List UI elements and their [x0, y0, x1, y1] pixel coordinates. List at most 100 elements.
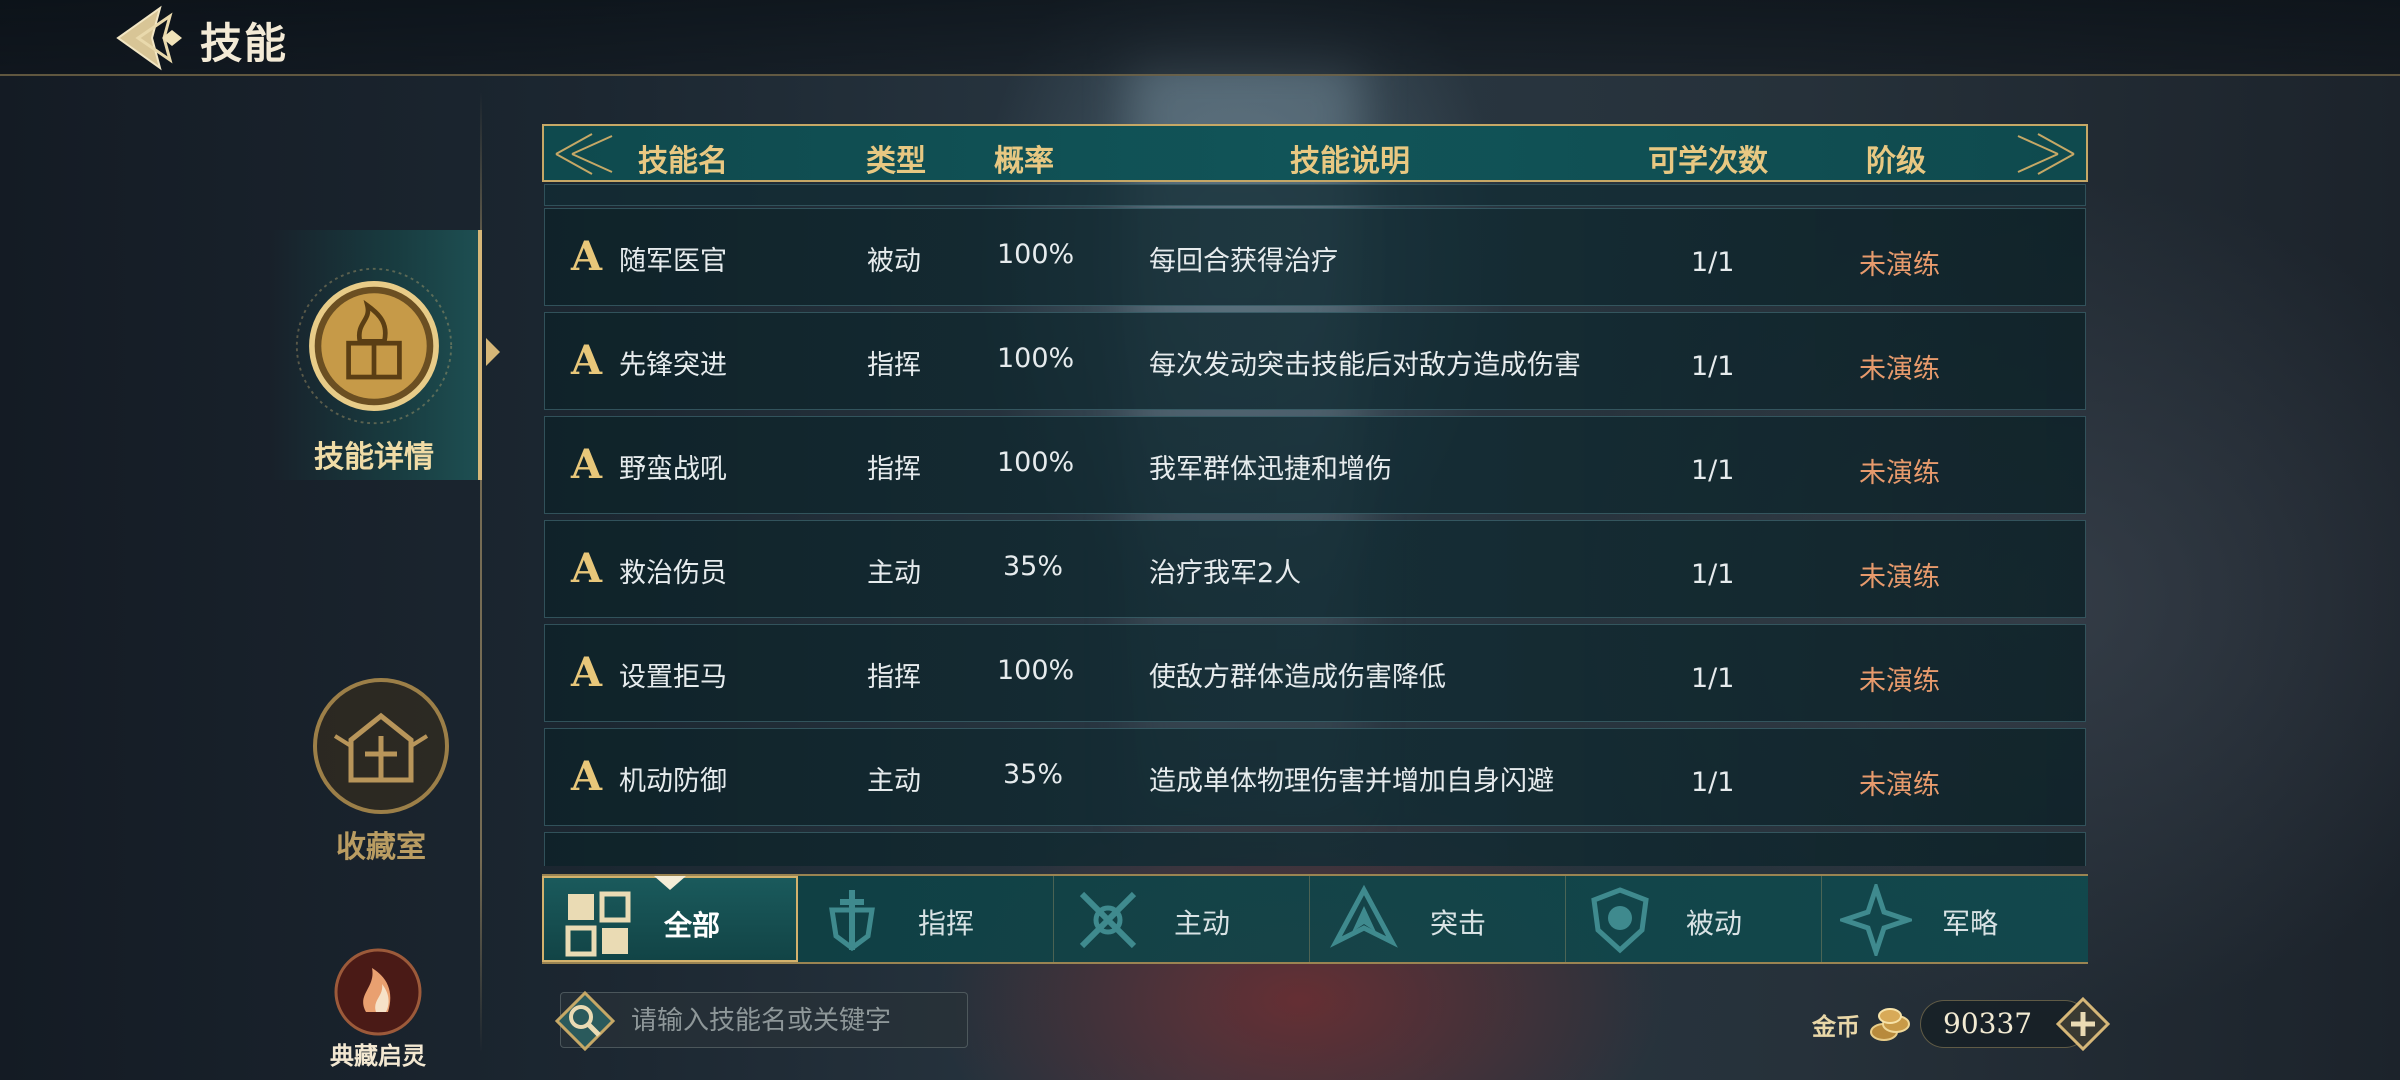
skill-rate: 35%: [1003, 551, 1064, 582]
skill-type: 被动: [867, 246, 921, 277]
page-title: 技能: [200, 19, 289, 68]
search-input[interactable]: [631, 1001, 951, 1041]
tab-command[interactable]: 指挥: [798, 876, 1054, 962]
skill-type: 指挥: [867, 662, 921, 693]
table-row-partial: [544, 184, 2086, 206]
nav-collection-room[interactable]: 收藏室: [296, 676, 466, 866]
tab-label-active-skill: 主动: [1174, 907, 1231, 940]
grade-badge: A: [571, 441, 603, 488]
table-row-partial: [544, 832, 2086, 866]
tab-label-passive: 被动: [1686, 907, 1743, 940]
skill-count: 1/1: [1691, 247, 1735, 278]
table-row[interactable]: A 野蛮战吼 指挥 100% 我军群体迅捷和增伤 1/1 未演练: [544, 416, 2086, 514]
tab-assault[interactable]: 突击: [1310, 876, 1566, 962]
table-row[interactable]: A 随军医官 被动 100% 每回合获得治疗 1/1 未演练: [544, 208, 2086, 306]
currency-value: 90337: [1943, 1007, 2033, 1040]
col-header-count: 可学次数: [1648, 144, 1768, 179]
col-header-desc: 技能说明: [1290, 144, 1410, 179]
skill-name: 救治伤员: [619, 558, 727, 589]
flame-book-emblem-icon: [294, 266, 454, 426]
skill-stage: 未演练: [1859, 562, 1940, 593]
back-button[interactable]: [112, 4, 184, 72]
skill-name: 先锋突进: [619, 350, 727, 381]
col-header-stage: 阶级: [1866, 144, 1926, 179]
col-header-name: 技能名: [638, 144, 728, 179]
skill-desc: 造成单体物理伤害并增加自身闪避: [1149, 766, 1554, 797]
skill-count: 1/1: [1691, 455, 1735, 486]
table-row[interactable]: A 救治伤员 主动 35% 治疗我军2人 1/1 未演练: [544, 520, 2086, 618]
skill-desc: 治疗我军2人: [1149, 558, 1302, 589]
top-bar: 技能: [0, 0, 2400, 76]
skill-desc: 我军群体迅捷和增伤: [1149, 454, 1392, 485]
tab-all[interactable]: 全部: [542, 876, 798, 962]
grade-badge: A: [571, 337, 603, 384]
currency-label: 金币: [1812, 1012, 1860, 1041]
skill-table: 技能名 类型 概率 技能说明 可学次数 阶级 A 随军医官 被动 100% 每回…: [542, 124, 2088, 866]
sword-shield-icon: [829, 890, 875, 952]
nav-spirit-awakening[interactable]: 典藏启灵: [318, 946, 438, 1071]
skill-stage: 未演练: [1859, 458, 1940, 489]
skill-name: 野蛮战吼: [619, 454, 727, 485]
tab-label-strategy: 军略: [1942, 907, 1999, 940]
tab-strategy[interactable]: 军略: [1822, 876, 2078, 962]
tab-label-all: 全部: [664, 909, 721, 942]
add-currency-button[interactable]: [2056, 997, 2111, 1051]
table-row[interactable]: A 先锋突进 指挥 100% 每次发动突击技能后对敌方造成伤害 1/1 未演练: [544, 312, 2086, 410]
skill-count: 1/1: [1691, 351, 1735, 382]
skill-stage: 未演练: [1859, 250, 1940, 281]
skill-count: 1/1: [1691, 559, 1735, 590]
tab-label-assault: 突击: [1430, 907, 1487, 940]
skill-desc: 使敌方群体造成伤害降低: [1149, 662, 1446, 693]
nav-label-skill-details: 技能详情: [314, 440, 434, 475]
table-header: 技能名 类型 概率 技能说明 可学次数 阶级: [542, 124, 2088, 182]
skill-stage: 未演练: [1859, 770, 1940, 801]
skill-name: 机动防御: [619, 766, 727, 797]
back-arrow-icon: [116, 5, 182, 71]
col-header-rate: 概率: [994, 144, 1054, 179]
active-indicator-arrow: [486, 338, 500, 366]
skill-rate: 100%: [997, 655, 1075, 686]
nav-label-collection-room: 收藏室: [336, 830, 426, 865]
compass-star-icon: [1840, 884, 1912, 956]
skill-stage: 未演练: [1859, 354, 1940, 385]
currency-value-box: 90337: [1920, 997, 2111, 1051]
table-row[interactable]: A 设置拒马 指挥 100% 使敌方群体造成伤害降低 1/1 未演练: [544, 624, 2086, 722]
grade-badge: A: [571, 649, 603, 696]
skill-rate: 100%: [997, 239, 1075, 270]
skill-count: 1/1: [1691, 767, 1735, 798]
table-row[interactable]: A 机动防御 主动 35% 造成单体物理伤害并增加自身闪避 1/1 未演练: [544, 728, 2086, 826]
skill-type: 主动: [867, 558, 921, 589]
skill-rate: 100%: [997, 447, 1075, 478]
col-header-type: 类型: [866, 144, 926, 179]
skill-stage: 未演练: [1859, 666, 1940, 697]
coins-icon: [1870, 1008, 1910, 1041]
shrine-emblem-icon: [311, 676, 451, 816]
search-box[interactable]: [554, 990, 968, 1052]
grid-icon: [565, 891, 631, 957]
skill-desc: 每回合获得治疗: [1149, 246, 1338, 277]
skill-type-filter-bar: 全部 指挥 主动 突击 被动 军略: [542, 874, 2088, 964]
search-icon: [554, 990, 616, 1052]
skill-count: 1/1: [1691, 663, 1735, 694]
tab-label-command: 指挥: [918, 907, 975, 940]
nav-skill-details[interactable]: 技能详情: [270, 230, 500, 480]
crossed-weapons-icon: [1079, 891, 1137, 949]
grade-badge: A: [571, 545, 603, 592]
grade-badge: A: [571, 233, 603, 280]
skill-name: 设置拒马: [619, 662, 727, 693]
tab-active-skill[interactable]: 主动: [1054, 876, 1310, 962]
skill-type: 指挥: [867, 350, 921, 381]
spirit-flame-icon: [332, 946, 424, 1038]
skill-rate: 35%: [1003, 759, 1064, 790]
skill-name: 随军医官: [619, 246, 727, 277]
nav-label-spirit-awakening: 典藏启灵: [330, 1042, 426, 1070]
header-ornament-right-icon: [2017, 133, 2075, 175]
spearhead-icon: [1330, 884, 1398, 948]
header-ornament-left-icon: [555, 133, 613, 175]
tab-passive[interactable]: 被动: [1566, 876, 1822, 962]
skill-desc: 每次发动突击技能后对敌方造成伤害: [1149, 350, 1581, 381]
skill-rate: 100%: [997, 343, 1075, 374]
shield-icon: [1591, 887, 1649, 954]
skill-type: 指挥: [867, 454, 921, 485]
tab-selected-caret: [654, 876, 686, 890]
